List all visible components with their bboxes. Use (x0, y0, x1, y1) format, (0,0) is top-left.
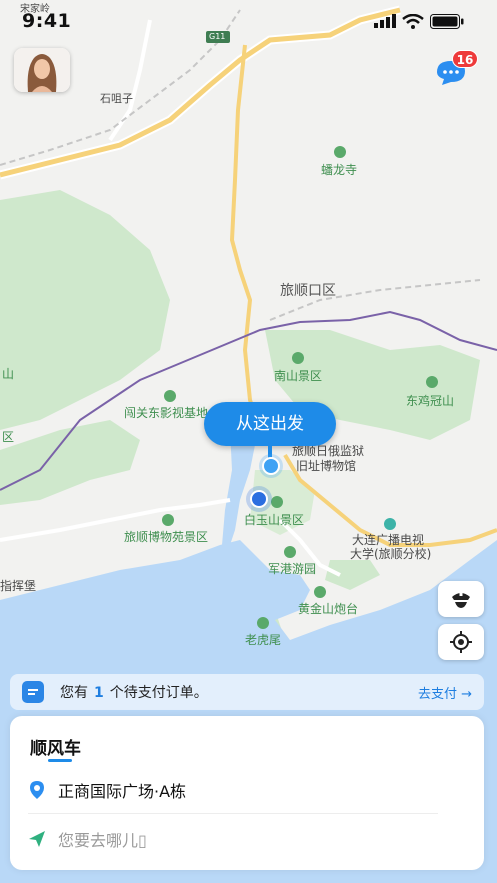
map-label: 东鸡冠山 (406, 394, 455, 408)
map-label: 石咀子 (100, 92, 133, 105)
map-label: 南山景区 (274, 369, 323, 383)
depart-here-button[interactable]: 从这出发 (204, 402, 336, 446)
police-cap-icon (452, 593, 470, 608)
current-location-marker (250, 490, 268, 508)
go-pay-link[interactable]: 去支付 → (418, 683, 472, 702)
map-label: 蟠龙寺 (321, 163, 358, 177)
safety-button[interactable] (438, 581, 484, 617)
battery-icon (430, 14, 464, 29)
send-arrow-icon (29, 831, 45, 847)
unpaid-order-notice[interactable]: 您有 1 个待支付订单。 去支付 → (10, 674, 484, 710)
ride-card: 顺风车 正商国际广场·A栋 您要去哪儿▯ (10, 716, 484, 870)
status-bar: 9:41 (0, 0, 497, 44)
tab-hitch-ride[interactable]: 顺风车 (30, 734, 81, 759)
map-label: 山 (2, 367, 15, 381)
avatar-image (14, 48, 70, 92)
origin-text: 正商国际广场·A栋 (58, 782, 187, 801)
wifi-icon (402, 14, 424, 29)
map-label: 区 (2, 430, 15, 444)
signal-icon (374, 14, 396, 28)
map-label: 白玉山景区 (244, 513, 305, 527)
map-label: 大学(旅顺分校) (350, 547, 432, 561)
unread-badge: 16 (452, 50, 478, 68)
notice-prefix: 您有 (60, 685, 88, 701)
locate-icon (450, 631, 472, 653)
map-label: 老虎尾 (245, 633, 282, 647)
map-label: 黄金山炮台 (298, 602, 359, 616)
map-label: 指挥堡 (0, 579, 37, 593)
destination-input[interactable]: 您要去哪儿▯ (58, 827, 147, 851)
status-time: 9:41 (22, 10, 72, 32)
location-pin-icon (30, 781, 44, 799)
locate-button[interactable] (438, 624, 484, 660)
origin-row[interactable]: 正商国际广场·A栋 (28, 778, 186, 802)
order-icon (22, 681, 44, 703)
map-label: 旧址博物馆 (296, 459, 357, 473)
map-label: 军港游园 (268, 562, 317, 576)
notice-text: 您有 1 个待支付订单。 (60, 682, 208, 702)
map-label: 闯关东影视基地 (124, 406, 209, 420)
map-label: 旅顺口区 (280, 283, 336, 299)
notice-count: 1 (94, 685, 104, 701)
pickup-pin (262, 457, 280, 475)
divider (28, 813, 438, 814)
destination-row[interactable]: 您要去哪儿▯ (28, 827, 147, 851)
map-label: 旅顺博物苑景区 (124, 530, 209, 544)
notice-suffix: 个待支付订单。 (109, 685, 208, 701)
avatar[interactable] (14, 48, 70, 92)
tab-indicator (48, 759, 72, 762)
